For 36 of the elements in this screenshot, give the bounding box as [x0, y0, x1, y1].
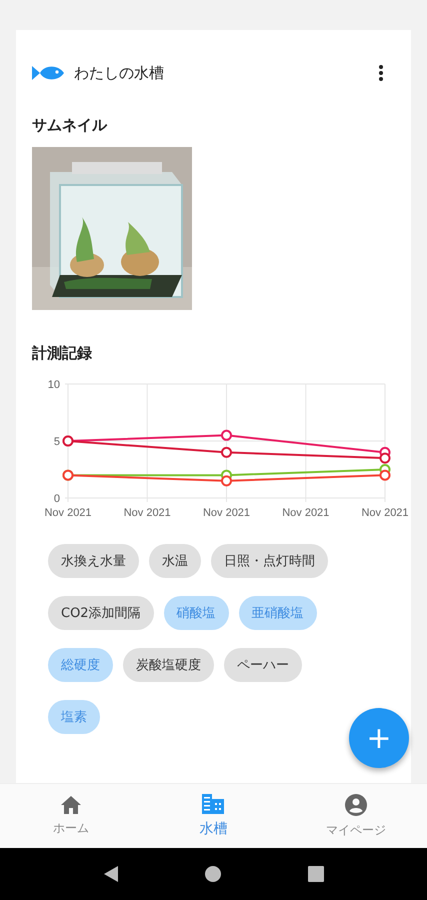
- back-icon[interactable]: [104, 866, 118, 882]
- section-heading: サムネイル: [32, 116, 107, 135]
- point: [380, 470, 390, 481]
- nav-tab[interactable]: ホーム: [0, 784, 142, 848]
- filter-chip[interactable]: 硝酸塩: [164, 596, 229, 630]
- point: [380, 452, 390, 464]
- nav-tab[interactable]: マイページ: [284, 784, 427, 848]
- filter-chip[interactable]: 炭酸塩硬度: [123, 648, 214, 682]
- building-icon: [202, 794, 224, 814]
- x-tick-label: Nov 2021: [44, 507, 92, 519]
- filter-chip[interactable]: 水換え水量: [48, 544, 139, 578]
- x-tick-label: Nov 2021: [282, 507, 330, 519]
- y-tick-label: 5: [54, 436, 60, 448]
- home-circle-icon[interactable]: [204, 866, 220, 882]
- point: [221, 475, 232, 486]
- home-icon: [61, 796, 82, 814]
- nav-tab[interactable]: 水槽: [142, 784, 285, 848]
- y-tick-label: 0: [54, 493, 60, 505]
- point: [221, 446, 232, 458]
- account-icon: [344, 794, 367, 816]
- filter-chip[interactable]: 水温: [149, 544, 201, 578]
- y-tick-label: 10: [48, 379, 60, 391]
- filter-chip[interactable]: 総硬度: [48, 648, 113, 682]
- x-tick-label: Nov 2021: [202, 507, 250, 519]
- x-tick-label: Nov 2021: [361, 507, 409, 519]
- fish-icon: [32, 64, 64, 82]
- section-heading: 計測記録: [32, 344, 92, 363]
- filter-chip[interactable]: ペーハー: [224, 648, 302, 682]
- recents-icon[interactable]: [308, 866, 324, 882]
- x-tick-label: Nov 2021: [124, 507, 171, 519]
- point: [221, 430, 232, 441]
- filter-chip[interactable]: CO2添加間隔: [48, 596, 154, 630]
- filter-chip[interactable]: 日照・点灯時間: [211, 544, 328, 578]
- filter-chip[interactable]: 塩素: [48, 700, 100, 734]
- screen-title: わたしの水槽: [74, 64, 165, 82]
- filter-chip[interactable]: 亜硝酸塩: [238, 596, 317, 630]
